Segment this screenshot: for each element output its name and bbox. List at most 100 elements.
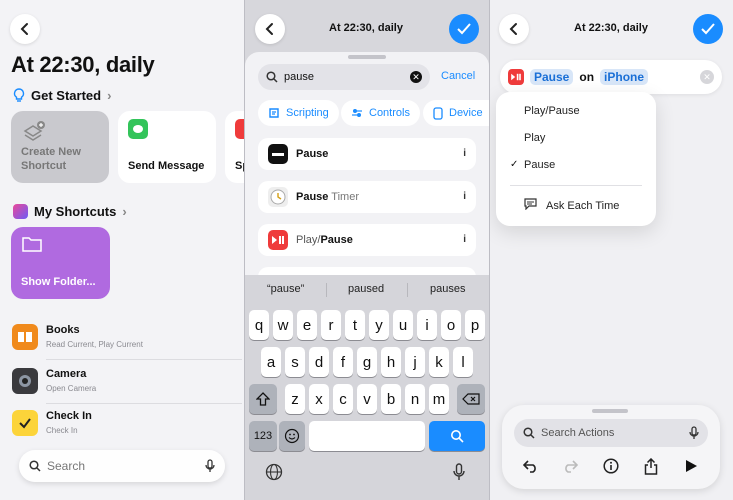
send-message-tile[interactable]: Send Message (118, 111, 216, 183)
result-label: Play/Pause (296, 234, 353, 246)
key[interactable]: k (429, 347, 449, 377)
key[interactable]: g (357, 347, 377, 377)
check-in-icon (12, 410, 38, 436)
space-key[interactable] (309, 421, 425, 451)
search-bar[interactable]: Search (19, 450, 225, 482)
ask-each-time-option[interactable]: Ask Each Time (546, 200, 619, 212)
info-icon[interactable]: i (463, 234, 466, 245)
key[interactable]: x (309, 384, 329, 414)
key[interactable]: i (417, 310, 437, 340)
remove-icon[interactable]: ✕ (700, 70, 714, 84)
result-row[interactable]: Play/Pause i (258, 224, 476, 256)
chip-device[interactable]: Device (423, 100, 489, 126)
search-actions-field[interactable]: Search Actions (514, 419, 708, 447)
back-button[interactable] (499, 14, 529, 44)
done-button[interactable] (449, 14, 479, 44)
create-shortcut-tile[interactable]: Create New Shortcut (11, 111, 109, 183)
key[interactable]: e (297, 310, 317, 340)
key[interactable]: w (273, 310, 293, 340)
key[interactable]: u (393, 310, 413, 340)
device-token[interactable]: iPhone (600, 69, 649, 85)
redo-icon[interactable] (559, 455, 581, 477)
microphone-icon[interactable] (689, 426, 699, 440)
show-folder-tile[interactable]: Show Folder... (11, 227, 110, 299)
action-search-field[interactable]: pause ✕ (258, 64, 430, 90)
info-icon[interactable] (600, 455, 622, 477)
share-icon[interactable] (640, 455, 662, 477)
menu-item[interactable]: Play (524, 132, 545, 144)
key[interactable]: b (381, 384, 401, 414)
suggestion[interactable]: “pause” (267, 283, 304, 295)
get-started-header[interactable]: Get Started › (13, 88, 111, 103)
done-button[interactable] (693, 14, 723, 44)
list-item[interactable]: Books Read Current, Play Current (12, 320, 242, 360)
key[interactable]: r (321, 310, 341, 340)
chevron-left-icon (509, 23, 517, 35)
microphone-icon[interactable] (453, 463, 465, 486)
chip-controls[interactable]: Controls (341, 100, 420, 126)
search-icon (266, 71, 278, 83)
partial-tile[interactable]: Sp (225, 111, 244, 183)
key[interactable]: m (429, 384, 449, 414)
menu-item[interactable]: Play/Pause (524, 105, 580, 117)
emoji-key[interactable] (279, 421, 305, 451)
search-placeholder: Search (47, 459, 86, 473)
microphone-icon[interactable] (205, 459, 215, 473)
key[interactable]: v (357, 384, 377, 414)
key[interactable]: t (345, 310, 365, 340)
backspace-key[interactable] (457, 384, 485, 414)
chip-scripting[interactable]: Scripting (258, 100, 339, 126)
chip-label: Controls (369, 107, 410, 119)
item-subtitle: Open Camera (46, 384, 97, 393)
device-icon (433, 106, 443, 120)
divider (326, 283, 327, 297)
play-icon[interactable] (680, 455, 702, 477)
numbers-key[interactable]: 123 (249, 421, 277, 451)
search-icon (451, 430, 464, 443)
key[interactable]: c (333, 384, 353, 414)
key[interactable]: s (285, 347, 305, 377)
key[interactable]: y (369, 310, 389, 340)
key[interactable]: z (285, 384, 305, 414)
item-subtitle: Read Current, Play Current (46, 340, 143, 349)
globe-icon[interactable] (265, 463, 283, 486)
back-button[interactable] (255, 14, 285, 44)
chip-label: Device (449, 107, 483, 119)
emoji-icon (284, 428, 300, 444)
key[interactable]: f (333, 347, 353, 377)
app-icon (235, 119, 244, 139)
search-icon (523, 427, 535, 439)
back-button[interactable] (10, 14, 40, 44)
search-key[interactable] (429, 421, 485, 451)
result-row[interactable]: Pause Timer i (258, 181, 476, 213)
result-row[interactable]: Pause i (258, 138, 476, 170)
list-item[interactable]: Check In Check In (12, 406, 242, 446)
shift-key[interactable] (249, 384, 277, 414)
action-token[interactable]: Pause (530, 69, 574, 85)
key[interactable]: q (249, 310, 269, 340)
key[interactable]: o (441, 310, 461, 340)
undo-icon[interactable] (520, 455, 542, 477)
sheet-grabber[interactable] (348, 55, 386, 59)
suggestion[interactable]: pauses (430, 283, 465, 295)
key[interactable]: d (309, 347, 329, 377)
item-title: Books (46, 324, 80, 336)
list-item[interactable]: Camera Open Camera (12, 364, 242, 404)
info-icon[interactable]: i (463, 148, 466, 159)
key[interactable]: h (381, 347, 401, 377)
key[interactable]: a (261, 347, 281, 377)
chat-bubble-icon (524, 197, 537, 215)
menu-item-selected[interactable]: Pause (524, 159, 555, 171)
divider (407, 283, 408, 297)
clear-icon[interactable]: ✕ (410, 71, 422, 83)
key[interactable]: l (453, 347, 473, 377)
key[interactable]: j (405, 347, 425, 377)
cancel-button[interactable]: Cancel (441, 70, 475, 82)
suggestion[interactable]: paused (348, 283, 384, 295)
my-shortcuts-header[interactable]: My Shortcuts › (13, 204, 127, 219)
key[interactable]: p (465, 310, 485, 340)
shortcuts-app-icon (13, 204, 28, 219)
dock-grabber[interactable] (592, 409, 628, 413)
key[interactable]: n (405, 384, 425, 414)
info-icon[interactable]: i (463, 191, 466, 202)
